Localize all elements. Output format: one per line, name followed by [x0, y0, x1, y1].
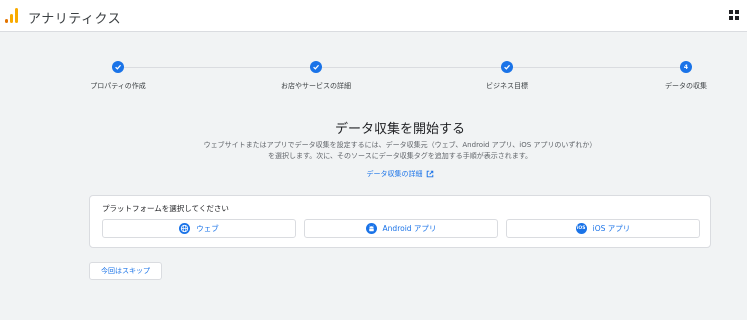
ios-icon: iOS: [575, 223, 587, 234]
step-3-check-icon: [501, 61, 513, 73]
stepper-track: [118, 67, 686, 68]
ios-platform-button[interactable]: iOS iOS アプリ: [506, 219, 700, 238]
step-2-check-icon: [310, 61, 322, 73]
external-link-icon: [426, 170, 433, 178]
android-icon: [365, 223, 377, 234]
description-line-1: ウェブサイトまたはアプリでデータ収集を設定するには、データ収集元（ウェブ、And…: [203, 141, 597, 149]
details-link-label: データ収集の詳細: [366, 170, 423, 178]
page-heading: データ収集を開始する: [334, 122, 465, 137]
description-line-2: を選択します。次に、そのソースにデータ収集タグを追加する手順が表示されます。: [267, 152, 533, 160]
web-platform-button[interactable]: ウェブ: [102, 219, 296, 238]
analytics-logo-icon: [5, 8, 18, 23]
page-description: ウェブサイトまたはアプリでデータ収集を設定するには、データ収集元（ウェブ、And…: [0, 140, 747, 162]
apps-grid-icon[interactable]: [729, 10, 739, 20]
step-4-current: 4: [680, 61, 692, 73]
step-4-label: データの収集: [665, 82, 707, 90]
step-4-number: 4: [683, 63, 689, 71]
top-app-bar: アナリティクス: [0, 0, 747, 32]
android-platform-button[interactable]: Android アプリ: [304, 219, 498, 238]
app-title: アナリティクス: [28, 12, 122, 27]
ios-platform-label: iOS アプリ: [592, 224, 631, 233]
web-platform-label: ウェブ: [196, 224, 219, 233]
step-1-label: プロパティの作成: [90, 82, 146, 90]
globe-icon: [179, 223, 191, 234]
skip-button[interactable]: 今回はスキップ: [89, 262, 162, 280]
data-collection-details-link[interactable]: データ収集の詳細: [0, 169, 747, 179]
android-platform-label: Android アプリ: [382, 224, 437, 233]
platform-card-title: プラットフォームを選択してください: [102, 204, 229, 213]
step-1-check-icon: [112, 61, 124, 73]
step-3-label: ビジネス目標: [486, 82, 528, 90]
platform-selection-card: プラットフォームを選択してください ウェブ Android アプリ iOS iO…: [89, 195, 711, 248]
step-2-label: お店やサービスの詳細: [281, 82, 351, 90]
